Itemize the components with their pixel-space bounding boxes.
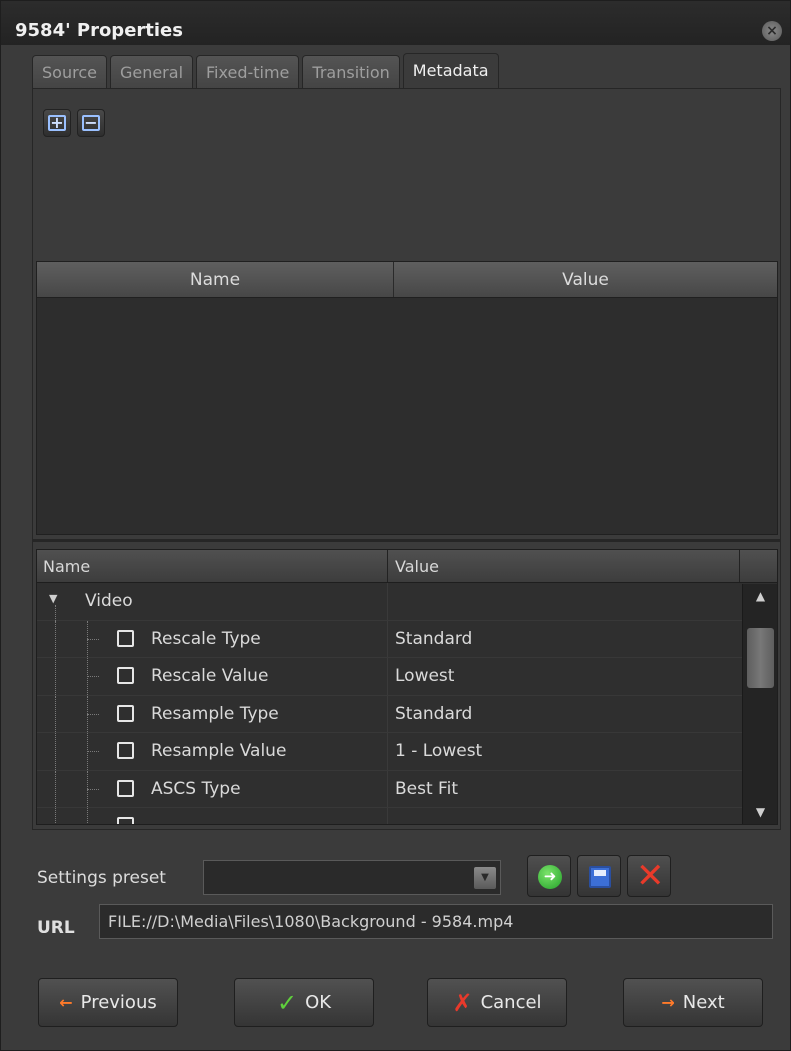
url-field[interactable]: FILE://D:\Media\Files\1080\Background - … bbox=[99, 904, 773, 939]
ok-button[interactable]: ✓ OK bbox=[234, 978, 374, 1027]
table-row[interactable]: Resample Type Standard bbox=[37, 695, 777, 733]
tree-connector bbox=[55, 808, 56, 824]
arrow-right-icon: → bbox=[661, 993, 675, 1012]
table-row[interactable]: Resample Value 1 - Lowest bbox=[37, 733, 777, 771]
tab-bar: Source General Fixed-time Transition Met… bbox=[32, 53, 499, 89]
table-row[interactable]: Rescale Type Standard bbox=[37, 620, 777, 658]
tree-group-label: Video bbox=[85, 591, 133, 611]
tab-metadata[interactable]: Metadata bbox=[402, 53, 499, 89]
tree-connector bbox=[55, 605, 56, 621]
row-checkbox[interactable] bbox=[117, 817, 134, 824]
property-name: Rescale Type bbox=[151, 628, 261, 649]
scroll-down-icon[interactable]: ▼ bbox=[743, 800, 777, 824]
checkmark-icon: ✓ bbox=[276, 989, 298, 1017]
metadata-panel: + − Name Value Name Value ▼ Video Rescal… bbox=[32, 88, 781, 830]
tree-group-row[interactable]: ▼ Video bbox=[37, 583, 777, 621]
column-header-name[interactable]: Name bbox=[37, 550, 388, 582]
properties-table-header: Name Value bbox=[37, 550, 777, 583]
tab-general[interactable]: General bbox=[109, 55, 194, 89]
row-checkbox[interactable] bbox=[117, 779, 134, 797]
delete-x-icon: ✕ bbox=[636, 856, 665, 896]
property-value[interactable]: 1 - Lowest bbox=[388, 733, 740, 770]
row-checkbox[interactable] bbox=[117, 742, 134, 759]
tree-connector bbox=[87, 713, 99, 715]
save-preset-button[interactable] bbox=[577, 855, 621, 897]
chevron-down-icon[interactable]: ▼ bbox=[474, 867, 496, 889]
tree-connector bbox=[55, 658, 56, 695]
property-value[interactable]: Standard bbox=[388, 621, 740, 658]
cancel-x-icon: ✗ bbox=[452, 989, 473, 1017]
next-button[interactable]: → Next bbox=[623, 978, 763, 1027]
apply-preset-button[interactable]: ➜ bbox=[527, 855, 571, 897]
tab-fixed-time[interactable]: Fixed-time bbox=[196, 55, 300, 89]
tree-connector bbox=[87, 676, 99, 677]
close-icon[interactable]: × bbox=[762, 21, 782, 41]
row-checkbox[interactable] bbox=[117, 667, 134, 684]
property-value[interactable]: Lowest bbox=[388, 658, 740, 695]
tree-connector bbox=[87, 620, 88, 657]
property-value[interactable]: Best Fit bbox=[388, 771, 740, 808]
column-header-value[interactable]: Value bbox=[394, 262, 777, 297]
ok-button-label: OK bbox=[305, 992, 332, 1013]
vertical-scrollbar[interactable]: ▲ ▼ bbox=[742, 584, 777, 824]
collapse-icon[interactable]: ▼ bbox=[49, 592, 57, 605]
cancel-button[interactable]: ✗ Cancel bbox=[427, 978, 567, 1027]
tree-connector bbox=[87, 733, 88, 770]
plus-icon: + bbox=[48, 115, 66, 131]
table-row[interactable]: Rescale Value Lowest bbox=[37, 658, 777, 696]
row-checkbox[interactable] bbox=[117, 629, 134, 647]
metadata-table[interactable]: Name Value bbox=[36, 261, 778, 535]
floppy-disk-icon bbox=[589, 866, 611, 888]
tree-connector bbox=[87, 751, 99, 752]
tree-connector bbox=[55, 770, 56, 807]
properties-table[interactable]: Name Value ▼ Video Rescale Type Standard… bbox=[36, 549, 778, 825]
table-row-partial[interactable] bbox=[37, 808, 777, 824]
tree-connector bbox=[87, 638, 99, 640]
delete-preset-button[interactable]: ✕ bbox=[627, 855, 671, 897]
tree-connector bbox=[87, 770, 88, 807]
tree-connector bbox=[55, 733, 56, 770]
scroll-thumb[interactable] bbox=[747, 628, 774, 688]
tree-connector bbox=[87, 658, 88, 695]
column-header-spacer bbox=[740, 550, 777, 582]
arrow-left-icon: ← bbox=[59, 993, 73, 1012]
title-bar: 9584' Properties × bbox=[1, 1, 790, 45]
row-checkbox[interactable] bbox=[117, 704, 134, 722]
tree-group-value bbox=[388, 583, 740, 620]
previous-button-label: Previous bbox=[80, 992, 157, 1013]
property-name: Rescale Value bbox=[151, 666, 269, 686]
add-metadata-button[interactable]: + bbox=[43, 109, 71, 137]
property-name: ASCS Type bbox=[151, 778, 241, 799]
previous-button[interactable]: ← Previous bbox=[38, 978, 178, 1027]
tree-connector bbox=[55, 695, 56, 732]
tree-connector bbox=[87, 808, 88, 824]
arrow-right-circle-icon: ➜ bbox=[538, 865, 562, 889]
splitter[interactable] bbox=[33, 539, 780, 542]
cancel-button-label: Cancel bbox=[480, 992, 542, 1013]
property-name: Resample Type bbox=[151, 703, 279, 724]
scroll-up-icon[interactable]: ▲ bbox=[743, 584, 777, 608]
tree-connector bbox=[55, 620, 56, 657]
tab-source[interactable]: Source bbox=[32, 55, 107, 89]
properties-dialog: 9584' Properties × Source General Fixed-… bbox=[0, 0, 791, 1051]
url-label: URL bbox=[37, 918, 75, 938]
minus-icon: − bbox=[82, 115, 100, 131]
metadata-table-header: Name Value bbox=[37, 262, 777, 298]
tree-connector bbox=[87, 695, 88, 732]
dialog-title: 9584' Properties bbox=[15, 20, 183, 41]
settings-preset-select[interactable]: ▼ bbox=[203, 860, 501, 895]
property-name: Resample Value bbox=[151, 741, 287, 761]
property-value[interactable]: Standard bbox=[388, 696, 740, 733]
next-button-label: Next bbox=[682, 992, 725, 1013]
tab-transition[interactable]: Transition bbox=[302, 55, 400, 89]
tree-connector bbox=[87, 788, 99, 790]
table-row[interactable]: ASCS Type Best Fit bbox=[37, 770, 777, 808]
remove-metadata-button[interactable]: − bbox=[77, 109, 105, 137]
column-header-value[interactable]: Value bbox=[388, 550, 740, 582]
column-header-name[interactable]: Name bbox=[37, 262, 394, 297]
settings-preset-label: Settings preset bbox=[37, 868, 166, 888]
